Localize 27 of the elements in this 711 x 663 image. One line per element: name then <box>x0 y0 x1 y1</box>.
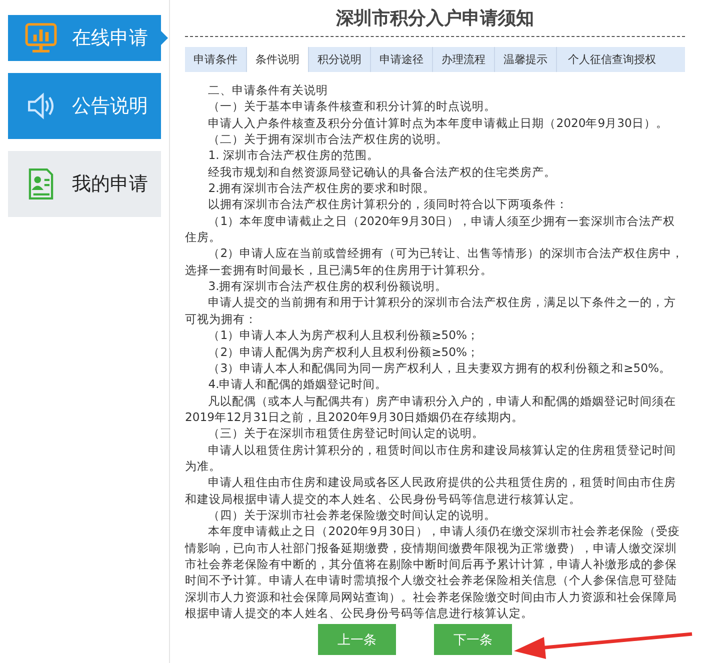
paragraph: 凡以配偶（或本人与配偶共有）房产申请积分入户的，申请人和配偶的婚姻登记时间须在2019年12月31日之前，且2020年9月30日婚姻仍在存续期内。 <box>185 392 678 426</box>
paragraph: 申请人提交的当前拥有和用于计算积分的深圳市合法产权住房，满足以下条件之一的，方可视为拥有： <box>185 294 678 328</box>
paragraph: 经我市规划和自然资源局登记确认的具备合法产权的住宅类房产。 <box>207 164 558 180</box>
paragraph: （2）申请人应在当前或曾经拥有（可为已转让、出售等情形）的深圳市合法产权住房中，选择一套拥有时间最长，且已满5年的住房用于计算积分。 <box>185 245 685 278</box>
paragraph: （1）申请人本人为房产权利人且权利份额≥50%； <box>207 327 480 344</box>
paragraph: （三）关于在深圳市租赁住房登记时间认定的说明。 <box>207 425 486 442</box>
paragraph: 申请人租住由市住房和建设局或各区人民政府提供的公共租赁住房的，租赁时间由市住房和建设局根据申请人提交的本人姓名、公民身份号码等信息进行核算认定。 <box>185 474 678 507</box>
paragraph: 申请人入户条件核查及积分分值计算时点为本年度申请截止日期（2020年9月30日）。 <box>207 114 669 132</box>
paragraph: 以拥有深圳市合法产权住房计算积分的，须同时符合以下两项条件： <box>207 196 570 213</box>
paragraph: （3）申请人本人和配偶同为同一房产权利人，且夫妻双方拥有的权利份额之和≥50%。 <box>207 360 672 376</box>
paragraph: 1. 深圳市合法产权住房的范围。 <box>207 147 380 164</box>
paragraph: （一）关于基本申请条件核查和积分计算的时点说明。 <box>207 98 498 115</box>
paragraph: （2）申请人配偶为房产权利人且权利份额≥50%； <box>207 344 480 360</box>
paragraph: （二）关于拥有深圳市合法产权住房的说明。 <box>207 131 450 148</box>
paragraph: 申请人以租赁住房计算积分的，租赁时间以市住房和建设局核算认定的住房租赁登记时间为准。 <box>185 442 678 474</box>
monitor-chart-icon <box>24 21 58 55</box>
paragraph: （四）关于深圳市社会养老保险缴交时间认定的说明。 <box>207 506 498 524</box>
tab[interactable]: 条件说明 <box>247 47 309 72</box>
paragraph: （1）本年度申请截止之日（2020年9月30日），申请人须至少拥有一套深圳市合法产权住房。 <box>185 212 676 246</box>
sidebar-item[interactable]: 公告说明 <box>8 73 161 139</box>
paragraph: 二、申请条件有关说明 <box>207 82 330 98</box>
sidebar-item[interactable]: 我的申请 <box>8 151 161 217</box>
paragraph: 2.拥有深圳市合法产权住房的要求和时限。 <box>207 180 436 196</box>
page-title: 深圳市积分入户申请须知 <box>185 6 685 37</box>
paragraph: 3.拥有深圳市合法产权住房的权利份额说明。 <box>207 278 448 294</box>
paragraph: 4.申请人和配偶的婚姻登记时间。 <box>207 376 388 393</box>
paragraph: 本年度申请截止之日（2020年9月30日），申请人须仍在缴交深圳市社会养老保险（受疫情影响，已向市人社部门报备延期缴费，疫情期间缴费年限视为正常缴费），申请人缴交深圳市社会养老保险有中断的，其分值将在剔除中断时间后再予累计计算，申请人补缴形成的参保时间不予计算。申请人在申请时需填报个人缴交社会养老保险相关信息（个人参保信息可登陆深圳市人力资源和社会保障局网站查询）。社会养老保险缴交时间由市人力资源和社会保障局根据申请人提交的本人姓名、公民身份号码等信息进行核算认定。 <box>185 523 681 622</box>
